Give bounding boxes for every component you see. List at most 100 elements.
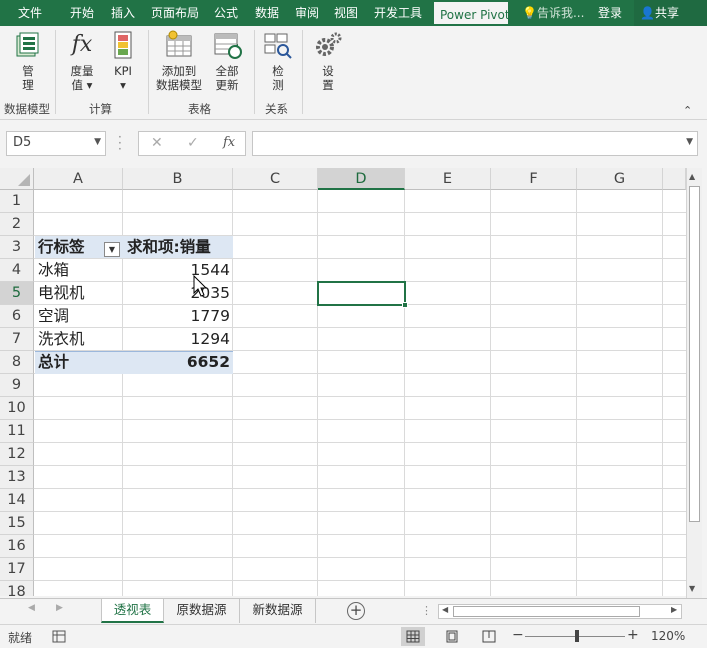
drag-handle-icon[interactable]: · · ·	[118, 131, 122, 155]
pivot-item-value[interactable]: 2035	[123, 282, 233, 305]
pivot-item-label[interactable]: 电视机	[34, 282, 123, 305]
page-break-view-icon[interactable]	[477, 627, 501, 646]
menu-tab-insert[interactable]: 插入	[111, 0, 135, 26]
name-box[interactable]: D5 ▼	[6, 131, 106, 156]
share-button[interactable]: 👤共享	[634, 0, 707, 26]
scroll-down-icon[interactable]: ▼	[689, 584, 695, 593]
row-header-9[interactable]: 9	[0, 374, 34, 397]
pivot-item-value[interactable]: 1779	[123, 305, 233, 328]
pivot-total-value[interactable]: 6652	[123, 351, 233, 374]
normal-view-icon[interactable]	[401, 627, 425, 646]
filter-dropdown-icon[interactable]: ▼	[104, 242, 120, 257]
expand-formula-icon[interactable]: ▼	[686, 137, 693, 147]
column-header-d[interactable]: D	[318, 168, 405, 190]
select-all-corner[interactable]	[0, 168, 34, 190]
chevron-down-icon[interactable]: ▼	[94, 137, 101, 147]
gridline	[576, 190, 577, 596]
refresh-all-button[interactable]: 全部 更新	[208, 30, 246, 92]
sheet-tab-new-source[interactable]: 新数据源	[240, 599, 316, 623]
detect-button[interactable]: 检 测	[260, 30, 296, 92]
gridline	[34, 488, 686, 489]
measure-button[interactable]: fx 度量 值 ▾	[62, 30, 102, 92]
scroll-right-icon[interactable]: ▶	[671, 605, 677, 614]
gridline	[34, 442, 686, 443]
menu-tab-formulas[interactable]: 公式	[214, 0, 238, 26]
row-header-2[interactable]: 2	[0, 213, 34, 236]
pivot-item-value[interactable]: 1294	[123, 328, 233, 351]
login-link[interactable]: 登录	[598, 0, 622, 26]
sheet-tab-pivot[interactable]: 透视表	[101, 599, 164, 623]
manage-label: 管 理	[22, 64, 34, 92]
column-header-f[interactable]: F	[491, 168, 577, 190]
row-header-8[interactable]: 8	[0, 351, 34, 374]
page-layout-view-icon[interactable]	[440, 627, 464, 646]
zoom-slider-thumb[interactable]	[575, 630, 579, 642]
menu-file[interactable]: 文件	[18, 0, 42, 26]
row-header-3[interactable]: 3	[0, 236, 34, 259]
tab-splitter-icon[interactable]: ⋮	[421, 604, 432, 617]
tell-me-box[interactable]: 💡告诉我...	[522, 0, 584, 26]
horizontal-scroll-thumb[interactable]	[453, 606, 640, 617]
enter-icon[interactable]: ✓	[187, 135, 199, 151]
column-header-c[interactable]: C	[233, 168, 318, 190]
active-cell-d5[interactable]	[317, 281, 408, 308]
menu-tab-power-pivot[interactable]: Power Pivot	[432, 0, 510, 26]
kpi-button[interactable]: KPI ▾	[105, 30, 141, 92]
row-header-15[interactable]: 15	[0, 512, 34, 535]
manage-button[interactable]: 管 理	[8, 30, 48, 92]
row-header-14[interactable]: 14	[0, 489, 34, 512]
pivot-item-value[interactable]: 1544	[123, 259, 233, 282]
kpi-icon	[114, 31, 132, 59]
prev-sheet-icon[interactable]: ◀	[28, 603, 35, 613]
formula-input[interactable]: ▼	[252, 131, 698, 156]
menu-tab-developer[interactable]: 开发工具	[374, 0, 422, 26]
pivot-value-header[interactable]: 求和项:销量	[123, 236, 233, 259]
scroll-up-icon[interactable]: ▲	[689, 172, 695, 181]
menu-tab-page-layout[interactable]: 页面布局	[151, 0, 199, 26]
menu-tab-view[interactable]: 视图	[334, 0, 358, 26]
table-link-icon	[166, 30, 192, 57]
add-sheet-icon[interactable]: +	[347, 602, 365, 620]
row-header-1[interactable]: 1	[0, 190, 34, 213]
row-header-16[interactable]: 16	[0, 535, 34, 558]
row-header-5[interactable]: 5	[0, 282, 34, 305]
sheet-tab-source[interactable]: 原数据源	[164, 599, 240, 623]
collapse-ribbon-icon[interactable]: ⌃	[683, 104, 692, 117]
column-header-a[interactable]: A	[34, 168, 123, 190]
column-header-e[interactable]: E	[405, 168, 491, 190]
fill-handle[interactable]	[402, 302, 408, 308]
horizontal-scrollbar[interactable]: ◀ ▶	[438, 604, 682, 619]
column-header-g[interactable]: G	[577, 168, 663, 190]
menu-tab-home[interactable]: 开始	[70, 0, 94, 26]
row-header-12[interactable]: 12	[0, 443, 34, 466]
column-header-b[interactable]: B	[123, 168, 233, 190]
row-header-7[interactable]: 7	[0, 328, 34, 351]
row-header-17[interactable]: 17	[0, 558, 34, 581]
pivot-item-label[interactable]: 冰箱	[34, 259, 123, 282]
vertical-scroll-thumb[interactable]	[689, 186, 700, 522]
pivot-total-label[interactable]: 总计	[34, 351, 123, 374]
zoom-level[interactable]: 120%	[651, 629, 685, 643]
scroll-left-icon[interactable]: ◀	[442, 605, 448, 614]
menu-tab-data[interactable]: 数据	[255, 0, 279, 26]
row-header-4[interactable]: 4	[0, 259, 34, 282]
macro-record-icon[interactable]	[52, 630, 66, 643]
cancel-icon[interactable]: ✕	[151, 135, 163, 151]
zoom-in-icon[interactable]: +	[627, 627, 639, 643]
insert-function-icon[interactable]: fx	[223, 135, 235, 150]
zoom-out-icon[interactable]: −	[512, 627, 524, 643]
vertical-scrollbar[interactable]: ▲ ▼	[686, 168, 702, 598]
worksheet-grid[interactable]: A B C D E F G 1 2 3 4 5 6 7 8 9 10 11 12…	[0, 168, 686, 596]
pivot-item-label[interactable]: 空调	[34, 305, 123, 328]
row-header-10[interactable]: 10	[0, 397, 34, 420]
add-to-model-button[interactable]: 添加到 数据模型	[154, 30, 204, 92]
row-header-13[interactable]: 13	[0, 466, 34, 489]
pivot-item-label[interactable]: 洗衣机	[34, 328, 123, 351]
next-sheet-icon[interactable]: ▶	[56, 603, 63, 613]
column-header-h[interactable]	[663, 168, 686, 190]
row-header-18[interactable]: 18	[0, 581, 34, 596]
menu-tab-review[interactable]: 审阅	[295, 0, 319, 26]
row-header-11[interactable]: 11	[0, 420, 34, 443]
settings-button[interactable]: 设 置	[310, 30, 346, 92]
row-header-6[interactable]: 6	[0, 305, 34, 328]
